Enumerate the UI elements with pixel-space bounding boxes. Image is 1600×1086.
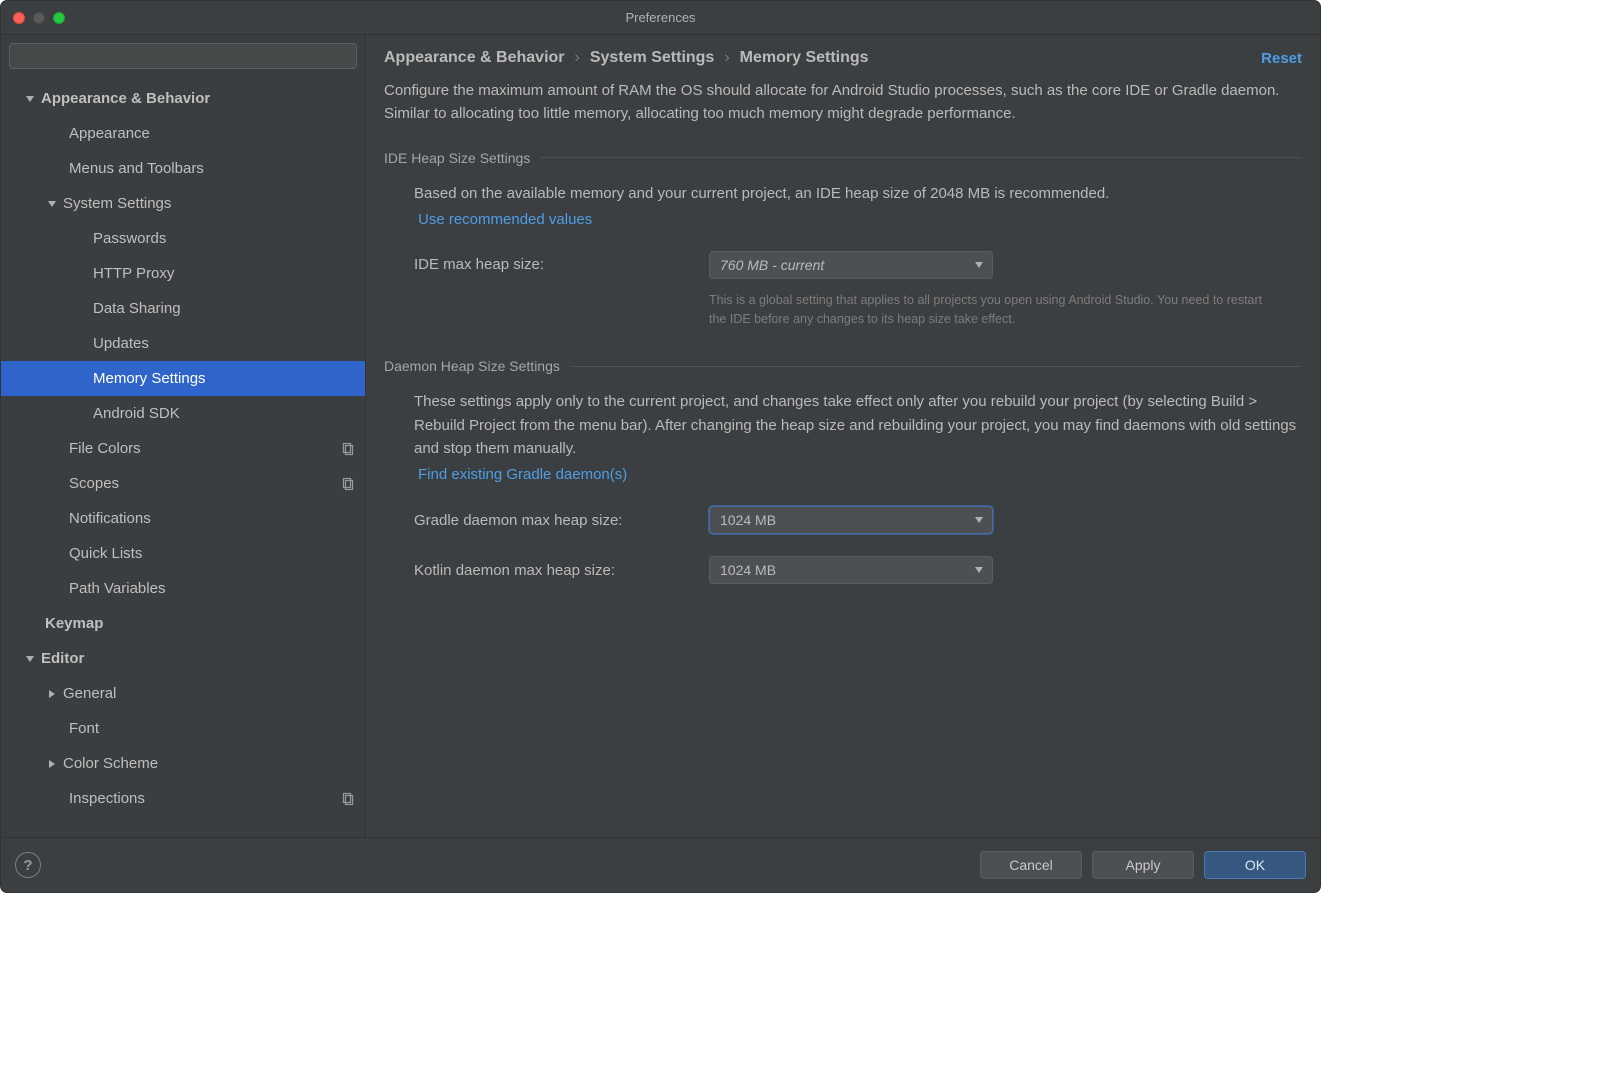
footer: ? Cancel Apply OK (1, 837, 1320, 892)
cancel-button[interactable]: Cancel (980, 851, 1082, 879)
tree-label: Passwords (93, 230, 166, 247)
gradle-heap-select[interactable]: 1024 MB (709, 506, 993, 534)
tree-data-sharing[interactable]: Data Sharing (1, 291, 365, 326)
breadcrumb-b[interactable]: System Settings (590, 49, 714, 67)
tree-menus-toolbars[interactable]: Menus and Toolbars (1, 151, 365, 186)
chevron-right-icon (45, 757, 59, 771)
tree-label: Keymap (45, 615, 103, 632)
window-controls (1, 12, 65, 24)
ide-max-heap-select[interactable]: 760 MB - current (709, 251, 993, 279)
preferences-window: Preferences Appearan (0, 0, 1321, 893)
tree-path-variables[interactable]: Path Variables (1, 571, 365, 606)
help-button[interactable]: ? (15, 852, 41, 878)
tree-passwords[interactable]: Passwords (1, 221, 365, 256)
chevron-down-icon (23, 92, 37, 106)
project-scope-icon (341, 792, 355, 806)
breadcrumb: Appearance & Behavior › System Settings … (366, 35, 1320, 79)
content-pane: Appearance & Behavior › System Settings … (366, 35, 1320, 837)
tree-http-proxy[interactable]: HTTP Proxy (1, 256, 365, 291)
chevron-down-icon (23, 652, 37, 666)
chevron-down-icon (974, 515, 984, 525)
select-value: 1024 MB (720, 512, 776, 528)
sidebar: Appearance & Behavior Appearance Menus a… (1, 35, 366, 837)
tree-label: Notifications (69, 510, 151, 527)
tree-label: Inspections (69, 790, 145, 807)
tree-label: HTTP Proxy (93, 265, 174, 282)
titlebar: Preferences (1, 1, 1320, 35)
tree-appearance-behavior[interactable]: Appearance & Behavior (1, 81, 365, 116)
chevron-right-icon (45, 687, 59, 701)
tree-font[interactable]: Font (1, 711, 365, 746)
tree-label: Updates (93, 335, 149, 352)
tree-keymap[interactable]: Keymap (1, 606, 365, 641)
page-description: Configure the maximum amount of RAM the … (366, 79, 1320, 144)
chevron-down-icon (45, 197, 59, 211)
daemon-heap-fieldset: Daemon Heap Size Settings These settings… (384, 358, 1302, 590)
ide-heap-fieldset: IDE Heap Size Settings Based on the avai… (384, 150, 1302, 335)
tree-label: General (63, 685, 116, 702)
tree-label: Menus and Toolbars (69, 160, 204, 177)
divider (540, 157, 1302, 158)
tree-updates[interactable]: Updates (1, 326, 365, 361)
breadcrumb-sep: › (575, 49, 580, 67)
tree-android-sdk[interactable]: Android SDK (1, 396, 365, 431)
tree-label: Data Sharing (93, 300, 181, 317)
tree-label: File Colors (69, 440, 141, 457)
tree-label: Appearance & Behavior (41, 90, 210, 107)
ide-max-heap-label: IDE max heap size: (414, 256, 709, 273)
close-window-button[interactable] (13, 12, 25, 24)
tree-label: Android SDK (93, 405, 180, 422)
tree-scopes[interactable]: Scopes (1, 466, 365, 501)
tree-label: Editor (41, 650, 84, 667)
tree-label: System Settings (63, 195, 171, 212)
tree-quick-lists[interactable]: Quick Lists (1, 536, 365, 571)
tree-label: Memory Settings (93, 370, 206, 387)
select-value: 1024 MB (720, 562, 776, 578)
ide-heap-note: Based on the available memory and your c… (414, 182, 1302, 205)
tree-editor[interactable]: Editor (1, 641, 365, 676)
tree-notifications[interactable]: Notifications (1, 501, 365, 536)
daemon-heap-legend: Daemon Heap Size Settings (384, 358, 560, 374)
window-title: Preferences (1, 10, 1320, 25)
breadcrumb-c: Memory Settings (740, 49, 869, 67)
tree-general[interactable]: General (1, 676, 365, 711)
tree-label: Font (69, 720, 99, 737)
apply-button[interactable]: Apply (1092, 851, 1194, 879)
tree-label: Scopes (69, 475, 119, 492)
ok-button[interactable]: OK (1204, 851, 1306, 879)
tree-label: Quick Lists (69, 545, 142, 562)
minimize-window-button[interactable] (33, 12, 45, 24)
divider (570, 366, 1302, 367)
find-gradle-daemons-link[interactable]: Find existing Gradle daemon(s) (418, 466, 627, 483)
settings-tree: Appearance & Behavior Appearance Menus a… (1, 77, 365, 837)
ide-heap-legend: IDE Heap Size Settings (384, 150, 530, 166)
zoom-window-button[interactable] (53, 12, 65, 24)
project-scope-icon (341, 442, 355, 456)
chevron-down-icon (974, 565, 984, 575)
breadcrumb-sep: › (724, 49, 729, 67)
tree-inspections[interactable]: Inspections (1, 781, 365, 816)
use-recommended-link[interactable]: Use recommended values (418, 211, 592, 228)
tree-label: Path Variables (69, 580, 165, 597)
tree-file-colors[interactable]: File Colors (1, 431, 365, 466)
ide-heap-hint: This is a global setting that applies to… (709, 291, 1269, 329)
tree-label: Color Scheme (63, 755, 158, 772)
tree-label: Appearance (69, 125, 150, 142)
chevron-down-icon (974, 260, 984, 270)
daemon-heap-note: These settings apply only to the current… (414, 390, 1302, 460)
tree-color-scheme[interactable]: Color Scheme (1, 746, 365, 781)
tree-appearance[interactable]: Appearance (1, 116, 365, 151)
select-value: 760 MB - current (720, 257, 824, 273)
kotlin-heap-label: Kotlin daemon max heap size: (414, 562, 709, 579)
project-scope-icon (341, 477, 355, 491)
tree-memory-settings[interactable]: Memory Settings (1, 361, 365, 396)
kotlin-heap-select[interactable]: 1024 MB (709, 556, 993, 584)
gradle-heap-label: Gradle daemon max heap size: (414, 512, 709, 529)
tree-system-settings[interactable]: System Settings (1, 186, 365, 221)
search-input[interactable] (9, 43, 357, 69)
breadcrumb-a[interactable]: Appearance & Behavior (384, 49, 565, 67)
reset-link[interactable]: Reset (1261, 50, 1302, 67)
